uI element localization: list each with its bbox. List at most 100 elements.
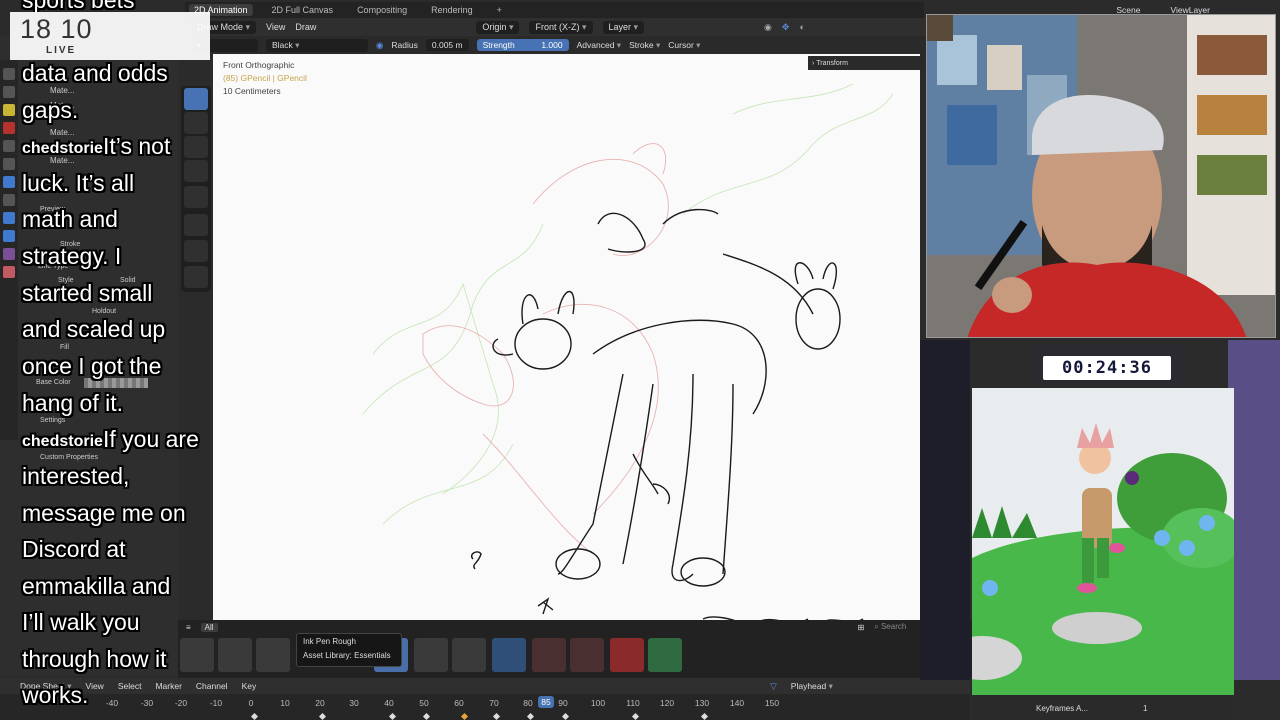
current-frame-indicator[interactable]: 85 bbox=[538, 696, 554, 708]
transform-panel[interactable]: › Transform bbox=[808, 56, 926, 70]
frame-tick: 20 bbox=[315, 698, 325, 708]
webcam-feed bbox=[926, 14, 1276, 338]
tooltip-title: Ink Pen Rough bbox=[303, 637, 356, 646]
sketch-drawing bbox=[362, 83, 894, 625]
brush-asset[interactable] bbox=[218, 638, 252, 672]
scene-tab-icon[interactable] bbox=[3, 176, 15, 188]
playhead-dropdown[interactable]: Playhead bbox=[791, 681, 833, 692]
tab-all[interactable]: All bbox=[200, 622, 218, 632]
material-tab-icon[interactable] bbox=[3, 104, 15, 116]
output-tab-icon[interactable] bbox=[3, 140, 15, 152]
box-tool-icon[interactable] bbox=[184, 160, 208, 182]
shelf-search-input[interactable]: ⌕ Search bbox=[874, 622, 906, 632]
frame-tick: 100 bbox=[590, 698, 606, 708]
chat-line: hang of it. bbox=[22, 390, 124, 416]
radius-label: Radius bbox=[391, 40, 418, 50]
frame-tick: 60 bbox=[454, 698, 464, 708]
radius-field[interactable]: 0.005 m bbox=[425, 39, 469, 51]
brush-asset[interactable] bbox=[570, 638, 604, 672]
transform-label: Transform bbox=[816, 59, 848, 67]
keyframes-bar: Keyframes A... 1 bbox=[972, 696, 1234, 720]
marker-menu[interactable]: Marker bbox=[155, 681, 181, 691]
chat-line: emmakilla and bbox=[22, 573, 171, 599]
add-workspace-icon[interactable]: + bbox=[492, 4, 507, 16]
material-slot-icon[interactable] bbox=[3, 266, 15, 278]
tab-compositing[interactable]: Compositing bbox=[352, 4, 412, 16]
shading-icon[interactable]: ◐ bbox=[799, 22, 804, 32]
tooltip-subtitle: Asset Library: Essentials bbox=[303, 651, 391, 660]
brush-asset[interactable] bbox=[256, 638, 290, 672]
color-mode-icon[interactable]: ◉ bbox=[376, 40, 383, 51]
world-tab-icon[interactable] bbox=[3, 194, 15, 206]
chat-line: strategy. I bbox=[22, 243, 122, 269]
frame-tick: 70 bbox=[489, 698, 499, 708]
chat-line: message me on bbox=[22, 500, 186, 526]
brush-asset[interactable] bbox=[492, 638, 526, 672]
tab-rendering[interactable]: Rendering bbox=[426, 4, 478, 16]
curve-tool-icon[interactable] bbox=[184, 240, 208, 262]
tool-tab-icon[interactable] bbox=[3, 68, 15, 80]
stroke-dropdown[interactable]: Stroke bbox=[629, 40, 660, 51]
chat-line: once I got the bbox=[22, 353, 162, 379]
brush-asset[interactable] bbox=[610, 638, 644, 672]
outliner-side-panel bbox=[920, 340, 970, 680]
line-tool-icon[interactable] bbox=[184, 214, 208, 236]
frame-tick: 50 bbox=[419, 698, 429, 708]
tab-2d-full-canvas[interactable]: 2D Full Canvas bbox=[267, 4, 339, 16]
frame-tick: -10 bbox=[209, 698, 223, 708]
hamburger-icon[interactable]: ≡ bbox=[186, 623, 191, 632]
draw-tool-icon[interactable] bbox=[184, 88, 208, 110]
3d-render-preview bbox=[972, 388, 1234, 695]
draw-menu[interactable]: Draw bbox=[295, 22, 316, 32]
frame-tick: 140 bbox=[729, 698, 745, 708]
advanced-dropdown[interactable]: Advanced bbox=[577, 40, 621, 51]
search-placeholder: Search bbox=[880, 622, 907, 631]
fill-tool-icon[interactable] bbox=[184, 136, 208, 158]
brush-tooltip: Ink Pen Rough Asset Library: Essentials bbox=[296, 633, 402, 667]
modifier-tab-icon[interactable] bbox=[3, 212, 15, 224]
keyframes-value[interactable]: 1 bbox=[1143, 704, 1147, 713]
frame-tick: -40 bbox=[105, 698, 119, 708]
view-layer-tab-icon[interactable] bbox=[3, 158, 15, 170]
workspace-tabs: 2D Animation 2D Full Canvas Compositing … bbox=[185, 2, 924, 18]
interpolate-tool-icon[interactable] bbox=[184, 266, 208, 288]
channel-menu[interactable]: Channel bbox=[196, 681, 228, 691]
brush-asset[interactable] bbox=[452, 638, 486, 672]
chat-username: chedstorie bbox=[22, 140, 103, 157]
brush-asset[interactable] bbox=[648, 638, 682, 672]
drawing-canvas[interactable]: Front Orthographic (85) GPencil | GPenci… bbox=[213, 54, 920, 637]
object-tab-icon[interactable] bbox=[3, 122, 15, 134]
toolbar bbox=[181, 86, 211, 292]
chat-line: interested, bbox=[22, 463, 130, 489]
brush-asset[interactable] bbox=[414, 638, 448, 672]
origin-dropdown[interactable]: Origin bbox=[476, 20, 520, 34]
key-menu[interactable]: Key bbox=[242, 681, 257, 691]
cursor-dropdown[interactable]: Cursor bbox=[668, 40, 700, 51]
frame-tick: 150 bbox=[764, 698, 780, 708]
gizmo-icon[interactable]: ✥ bbox=[782, 22, 790, 33]
keyframes-label: Keyframes A... bbox=[1036, 703, 1089, 713]
brush-asset[interactable] bbox=[180, 638, 214, 672]
filter-icon[interactable]: ▽ bbox=[770, 681, 777, 692]
eyedropper-tool-icon[interactable] bbox=[184, 186, 208, 208]
strength-label: Strength bbox=[482, 40, 515, 50]
strength-field[interactable]: Strength 1.000 bbox=[476, 39, 569, 51]
chat-line: through how it bbox=[22, 646, 167, 672]
frame-tick: 130 bbox=[694, 698, 710, 708]
render-image bbox=[972, 388, 1234, 695]
webcam-image bbox=[927, 15, 1275, 337]
select-menu[interactable]: Select bbox=[118, 681, 142, 691]
axis-dropdown[interactable]: Front (X-Z) bbox=[529, 20, 593, 34]
shelf-view-icon[interactable]: ⊞ bbox=[858, 623, 865, 632]
view-menu[interactable]: View bbox=[266, 22, 285, 32]
overlay-icon[interactable]: ◉ bbox=[764, 22, 772, 33]
brush-asset[interactable] bbox=[532, 638, 566, 672]
erase-tool-icon[interactable] bbox=[184, 112, 208, 134]
frame-tick: 30 bbox=[349, 698, 359, 708]
render-tab-icon[interactable] bbox=[3, 86, 15, 98]
constraint-tab-icon[interactable] bbox=[3, 230, 15, 242]
color-dropdown[interactable]: Black bbox=[266, 38, 368, 52]
chat-line: math and bbox=[22, 206, 118, 232]
data-tab-icon[interactable] bbox=[3, 248, 15, 260]
layer-dropdown[interactable]: Layer bbox=[602, 20, 645, 34]
